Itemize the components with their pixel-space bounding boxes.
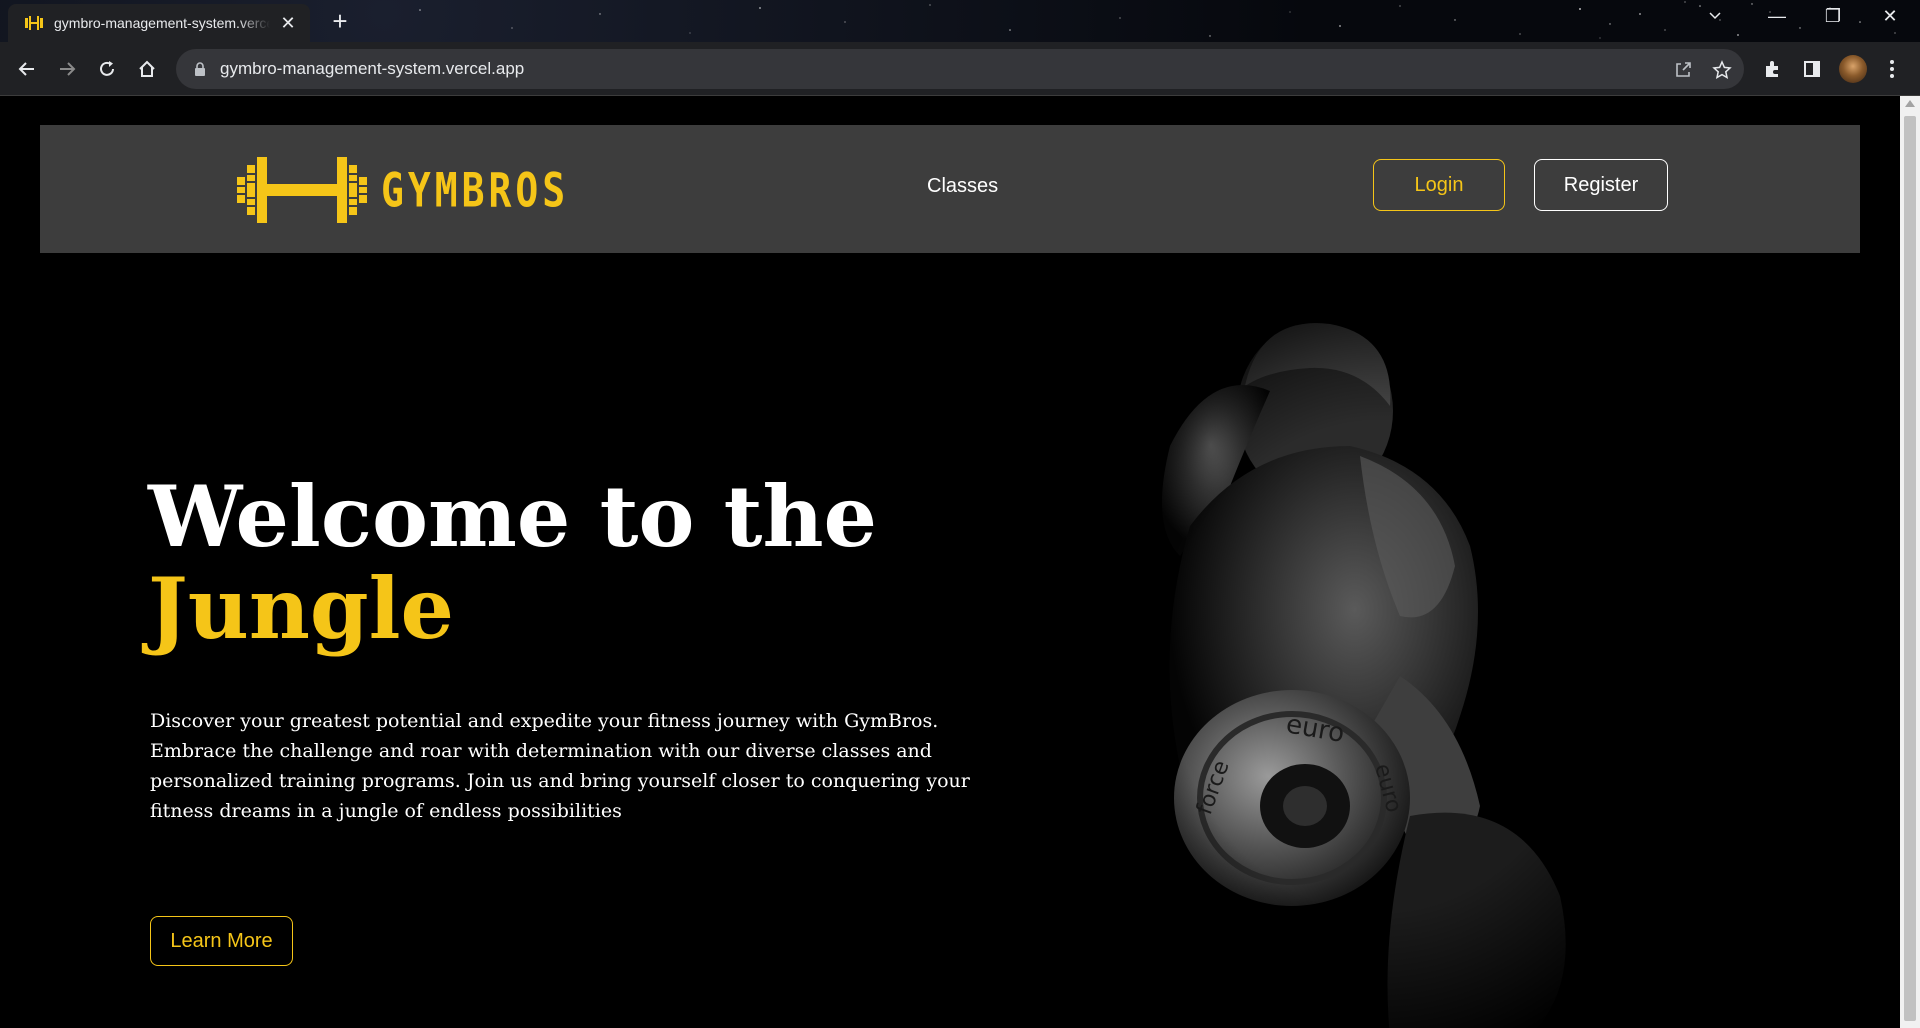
reload-icon[interactable] (93, 55, 121, 83)
vertical-scrollbar[interactable] (1900, 96, 1920, 1028)
site-logo[interactable]: GYMBROS (237, 155, 569, 225)
learn-more-button[interactable]: Learn More (150, 916, 293, 966)
close-window-button[interactable]: ✕ (1875, 6, 1905, 27)
login-button[interactable]: Login (1373, 159, 1505, 211)
url-text: gymbro-management-system.vercel.app (220, 59, 525, 78)
side-panel-icon[interactable] (1798, 55, 1826, 83)
page-viewport: GYMBROS Classes Login Register Welcome t… (0, 96, 1900, 1028)
address-bar[interactable]: gymbro-management-system.vercel.app (176, 49, 1744, 89)
tab-title: gymbro-management-system.vercel.app (54, 15, 270, 31)
nav-link-classes[interactable]: Classes (927, 175, 998, 198)
new-tab-button[interactable]: + (326, 6, 354, 37)
hero-description: Discover your greatest potential and exp… (150, 710, 970, 822)
browser-titlebar: gymbro-management-system.vercel.app ✕ + … (0, 0, 1920, 42)
favicon-icon (25, 16, 43, 30)
share-icon[interactable] (1672, 59, 1694, 81)
browser-toolbar: gymbro-management-system.vercel.app (0, 42, 1920, 96)
dumbbell-logo (237, 157, 367, 223)
restore-button[interactable]: ❐ (1818, 6, 1848, 27)
tab-search-icon[interactable] (1700, 6, 1730, 27)
hero-title-line: Welcome to the (148, 467, 877, 566)
register-button[interactable]: Register (1534, 159, 1668, 211)
browser-tab[interactable]: gymbro-management-system.vercel.app ✕ (8, 4, 310, 42)
back-icon[interactable] (13, 55, 41, 83)
hero-title: Welcome to the Jungle (148, 471, 877, 655)
tab-close-icon[interactable]: ✕ (278, 13, 298, 34)
lock-icon (195, 62, 205, 76)
minimize-button[interactable]: — (1762, 6, 1792, 27)
scrollbar-thumb[interactable] (1904, 116, 1916, 1021)
extensions-icon[interactable] (1758, 55, 1786, 83)
menu-icon[interactable] (1878, 55, 1906, 83)
site-navbar: GYMBROS Classes Login Register (40, 125, 1860, 253)
hero-image: euro force euro (1060, 296, 1700, 1028)
hero-title-accent: Jungle (148, 559, 454, 658)
scroll-up-arrow-icon[interactable] (1905, 100, 1915, 107)
profile-avatar[interactable] (1839, 55, 1867, 83)
forward-icon[interactable] (53, 55, 81, 83)
home-icon[interactable] (133, 55, 161, 83)
star-icon[interactable] (1711, 59, 1733, 81)
logo-text: GYMBROS (381, 162, 570, 218)
